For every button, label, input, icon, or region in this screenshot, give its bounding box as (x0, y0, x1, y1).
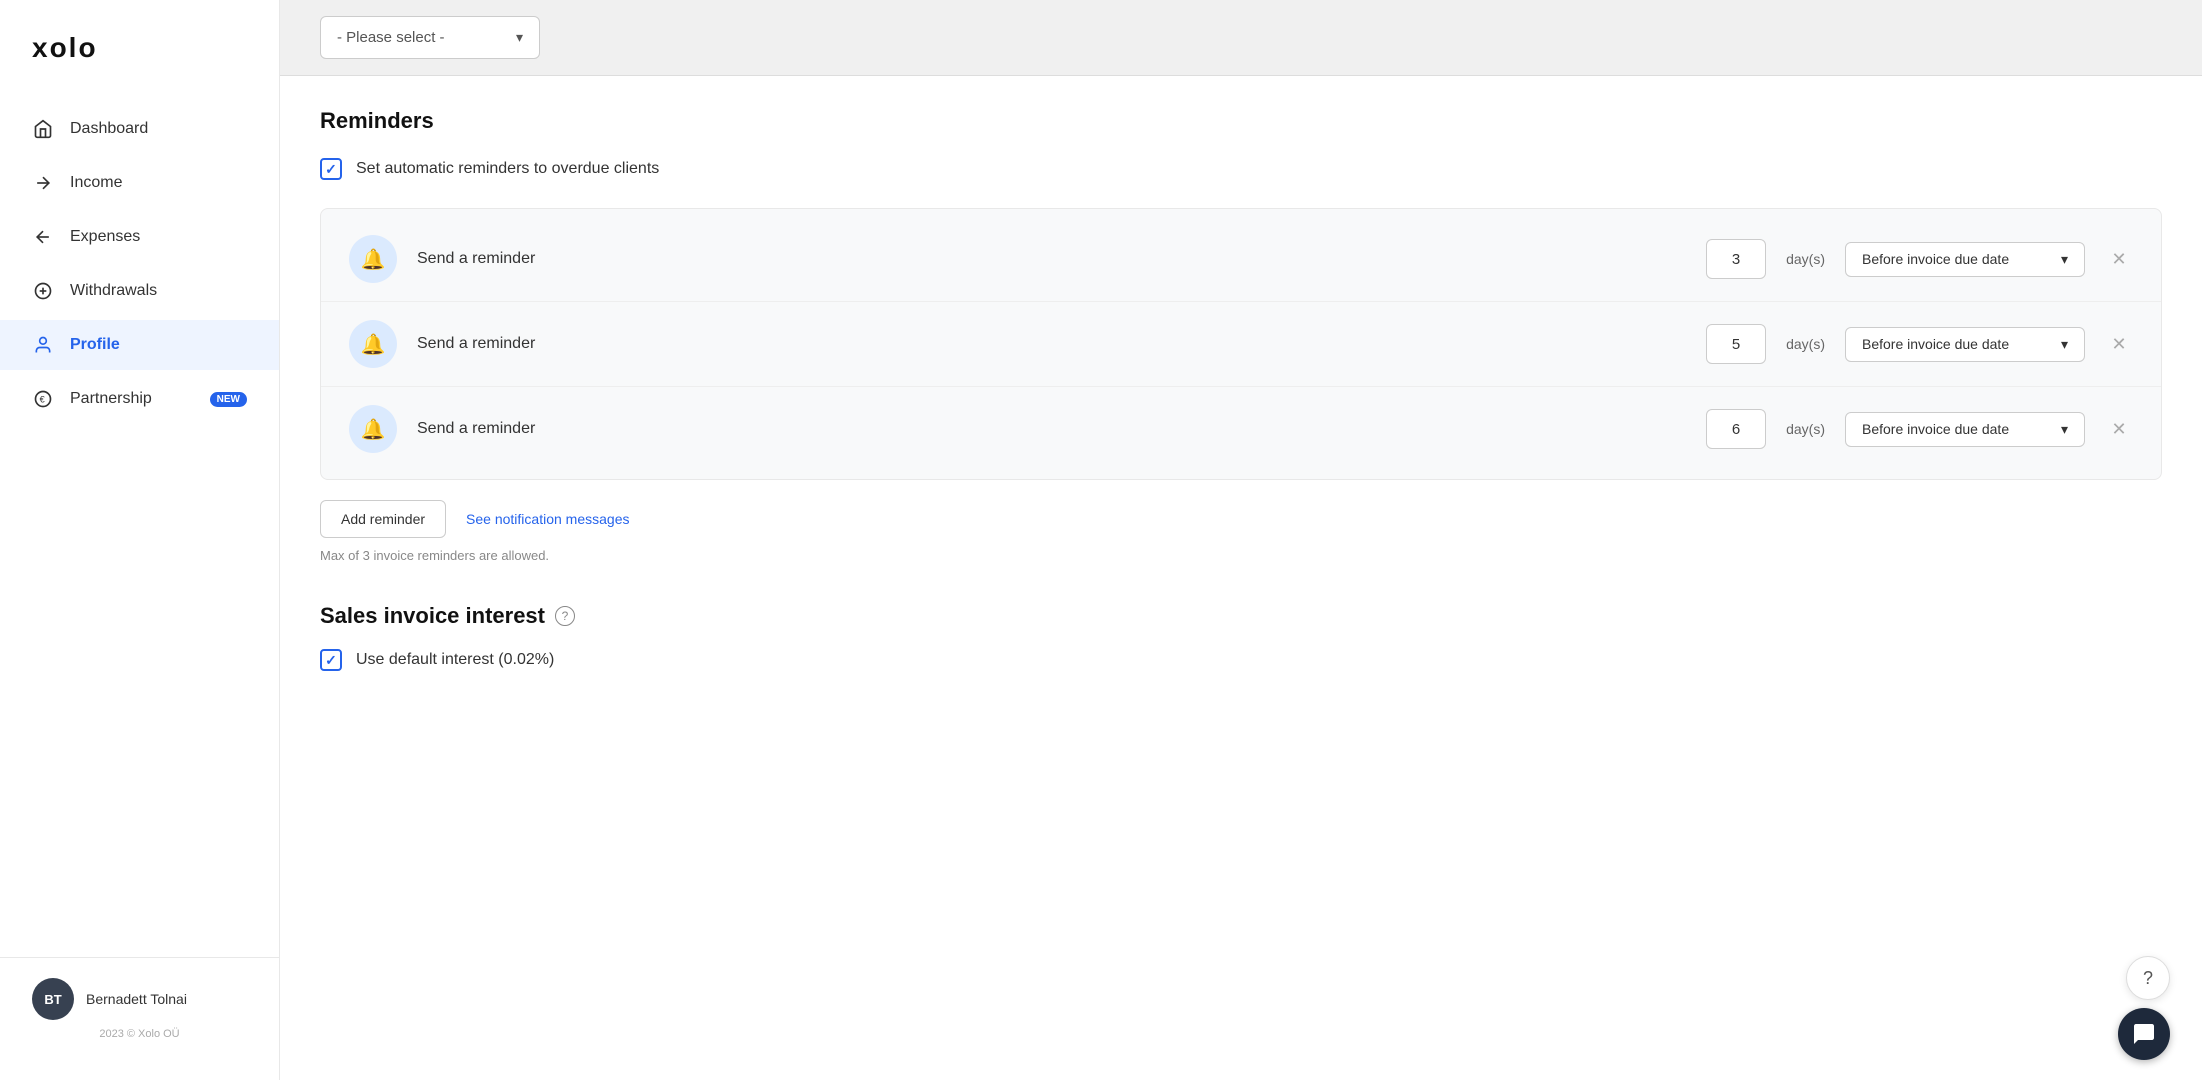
svg-text:€: € (40, 394, 45, 404)
reminder-row-3: 🔔 Send a reminder day(s) Before invoice … (321, 387, 2161, 471)
auto-reminder-label: Set automatic reminders to overdue clien… (356, 160, 659, 178)
sales-interest-title: Sales invoice interest (320, 603, 545, 629)
top-bar: - Please select - ▾ (280, 0, 2202, 76)
auto-reminder-row: Set automatic reminders to overdue clien… (320, 158, 2162, 180)
bell-icon-wrap-1: 🔔 (349, 235, 397, 283)
reminder-timing-select-3[interactable]: Before invoice due date ▾ (1845, 412, 2085, 447)
sidebar-footer: BT Bernadett Tolnai 2023 © Xolo OÜ (0, 957, 279, 1060)
sidebar-item-profile-label: Profile (70, 336, 120, 354)
reminder-label-3: Send a reminder (417, 420, 1686, 438)
reminder-days-input-3[interactable] (1706, 409, 1766, 449)
partnership-icon: € (32, 388, 54, 410)
sidebar-item-profile[interactable]: Profile (0, 320, 279, 370)
sidebar-item-dashboard-label: Dashboard (70, 120, 148, 138)
content-area: Reminders Set automatic reminders to ove… (280, 76, 2202, 731)
sidebar-item-withdrawals[interactable]: Withdrawals (0, 266, 279, 316)
chevron-down-icon: ▾ (516, 29, 523, 46)
sidebar-item-partnership[interactable]: € Partnership NEW (0, 374, 279, 424)
timing-label-1: Before invoice due date (1862, 251, 2009, 267)
reminder-label-2: Send a reminder (417, 335, 1686, 353)
sidebar-item-partnership-label: Partnership (70, 390, 152, 408)
reminder-timing-select-1[interactable]: Before invoice due date ▾ (1845, 242, 2085, 277)
sidebar-item-dashboard[interactable]: Dashboard (0, 104, 279, 154)
bell-icon-wrap-2: 🔔 (349, 320, 397, 368)
chat-icon (2132, 1022, 2156, 1046)
logo: xolo (0, 32, 279, 104)
help-icon[interactable]: ? (555, 606, 575, 626)
timing-label-2: Before invoice due date (1862, 336, 2009, 352)
bell-icon-wrap-3: 🔔 (349, 405, 397, 453)
add-reminder-button[interactable]: Add reminder (320, 500, 446, 538)
please-select-label: - Please select - (337, 29, 445, 46)
bell-icon-2: 🔔 (361, 332, 386, 357)
reminder-days-input-1[interactable] (1706, 239, 1766, 279)
timing-chevron-2: ▾ (2061, 336, 2068, 353)
default-interest-checkbox[interactable] (320, 649, 342, 671)
timing-chevron-1: ▾ (2061, 251, 2068, 268)
reminder-actions: Add reminder See notification messages (320, 500, 2162, 538)
days-unit-1: day(s) (1786, 251, 1825, 267)
profile-icon (32, 334, 54, 356)
sidebar-item-expenses-label: Expenses (70, 228, 140, 246)
copyright: 2023 © Xolo OÜ (32, 1028, 247, 1040)
reminder-label-1: Send a reminder (417, 250, 1686, 268)
avatar: BT (32, 978, 74, 1020)
sidebar-nav: Dashboard Income Expenses Withdrawals Pr (0, 104, 279, 957)
sidebar-user: BT Bernadett Tolnai (32, 978, 247, 1020)
dashboard-icon (32, 118, 54, 140)
please-select-dropdown[interactable]: - Please select - ▾ (320, 16, 540, 59)
remove-reminder-1[interactable]: ✕ (2105, 245, 2133, 273)
main-content: - Please select - ▾ Reminders Set automa… (280, 0, 2202, 1080)
reminder-row-1: 🔔 Send a reminder day(s) Before invoice … (321, 217, 2161, 302)
sidebar-item-expenses[interactable]: Expenses (0, 212, 279, 262)
bell-icon-1: 🔔 (361, 247, 386, 272)
max-reminders-note: Max of 3 invoice reminders are allowed. (320, 548, 2162, 563)
reminders-container: 🔔 Send a reminder day(s) Before invoice … (320, 208, 2162, 480)
sales-interest-title-row: Sales invoice interest ? (320, 603, 2162, 629)
help-fab-button[interactable]: ? (2126, 956, 2170, 1000)
reminder-days-input-2[interactable] (1706, 324, 1766, 364)
withdrawals-icon (32, 280, 54, 302)
default-interest-label: Use default interest (0.02%) (356, 651, 554, 669)
sidebar-item-income-label: Income (70, 174, 122, 192)
sidebar-item-withdrawals-label: Withdrawals (70, 282, 157, 300)
see-notifications-link[interactable]: See notification messages (466, 511, 629, 527)
remove-reminder-2[interactable]: ✕ (2105, 330, 2133, 358)
timing-chevron-3: ▾ (2061, 421, 2068, 438)
default-interest-row: Use default interest (0.02%) (320, 649, 2162, 671)
reminders-section-title: Reminders (320, 108, 2162, 134)
days-unit-2: day(s) (1786, 336, 1825, 352)
reminder-timing-select-2[interactable]: Before invoice due date ▾ (1845, 327, 2085, 362)
username: Bernadett Tolnai (86, 991, 187, 1007)
timing-label-3: Before invoice due date (1862, 421, 2009, 437)
remove-reminder-3[interactable]: ✕ (2105, 415, 2133, 443)
reminder-row-2: 🔔 Send a reminder day(s) Before invoice … (321, 302, 2161, 387)
sidebar-item-income[interactable]: Income (0, 158, 279, 208)
partnership-badge: NEW (210, 392, 247, 407)
bell-icon-3: 🔔 (361, 417, 386, 442)
auto-reminder-checkbox[interactable] (320, 158, 342, 180)
chat-fab-button[interactable] (2118, 1008, 2170, 1060)
sidebar: xolo Dashboard Income Expenses Withdrawa… (0, 0, 280, 1080)
expenses-icon (32, 226, 54, 248)
income-icon (32, 172, 54, 194)
days-unit-3: day(s) (1786, 421, 1825, 437)
